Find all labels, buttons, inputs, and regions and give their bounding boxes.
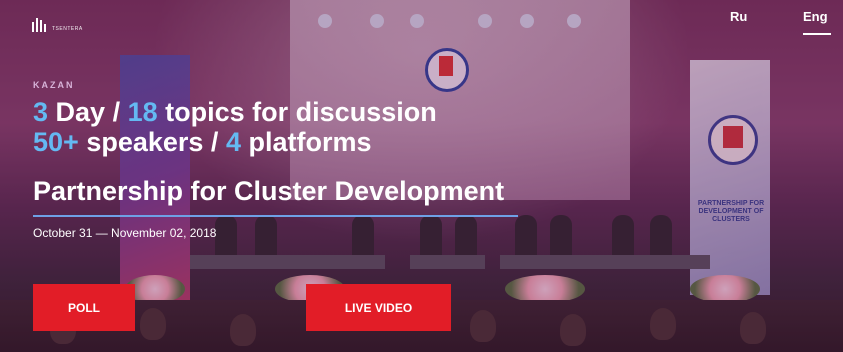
stats-line-2: 50+ speakers / 4 platforms xyxy=(33,127,437,157)
days-label: Day / xyxy=(55,97,121,127)
logo-text: TSENTERA xyxy=(52,26,83,32)
topics-number: 18 xyxy=(127,97,158,127)
active-language-underline xyxy=(803,33,831,35)
live-video-button[interactable]: LIVE VIDEO xyxy=(306,284,451,331)
city-label: KAZAN xyxy=(33,80,75,90)
speakers-number: 50+ xyxy=(33,127,79,157)
logo-bars-icon xyxy=(32,18,46,32)
lang-eng-link[interactable]: Eng xyxy=(803,9,828,24)
speakers-label: speakers / xyxy=(86,127,219,157)
event-title: Partnership for Cluster Development xyxy=(33,176,505,206)
poll-button[interactable]: POLL xyxy=(33,284,135,331)
lang-ru-link[interactable]: Ru xyxy=(730,9,747,24)
platforms-label: platforms xyxy=(248,127,372,157)
hero-section: PARTNERSHIP FOR DEVELOPMENT OF CLUSTERS … xyxy=(0,0,843,352)
stats-line-1: 3 Day / 18 topics for discussion xyxy=(33,97,437,127)
site-logo[interactable]: TSENTERA xyxy=(32,18,83,32)
topics-label: topics for discussion xyxy=(165,97,437,127)
event-stats: 3 Day / 18 topics for discussion 50+ spe… xyxy=(33,97,437,157)
platforms-number: 4 xyxy=(225,127,241,157)
title-underline xyxy=(33,215,518,217)
event-dates: October 31 — November 02, 2018 xyxy=(33,226,217,240)
days-number: 3 xyxy=(33,97,49,127)
